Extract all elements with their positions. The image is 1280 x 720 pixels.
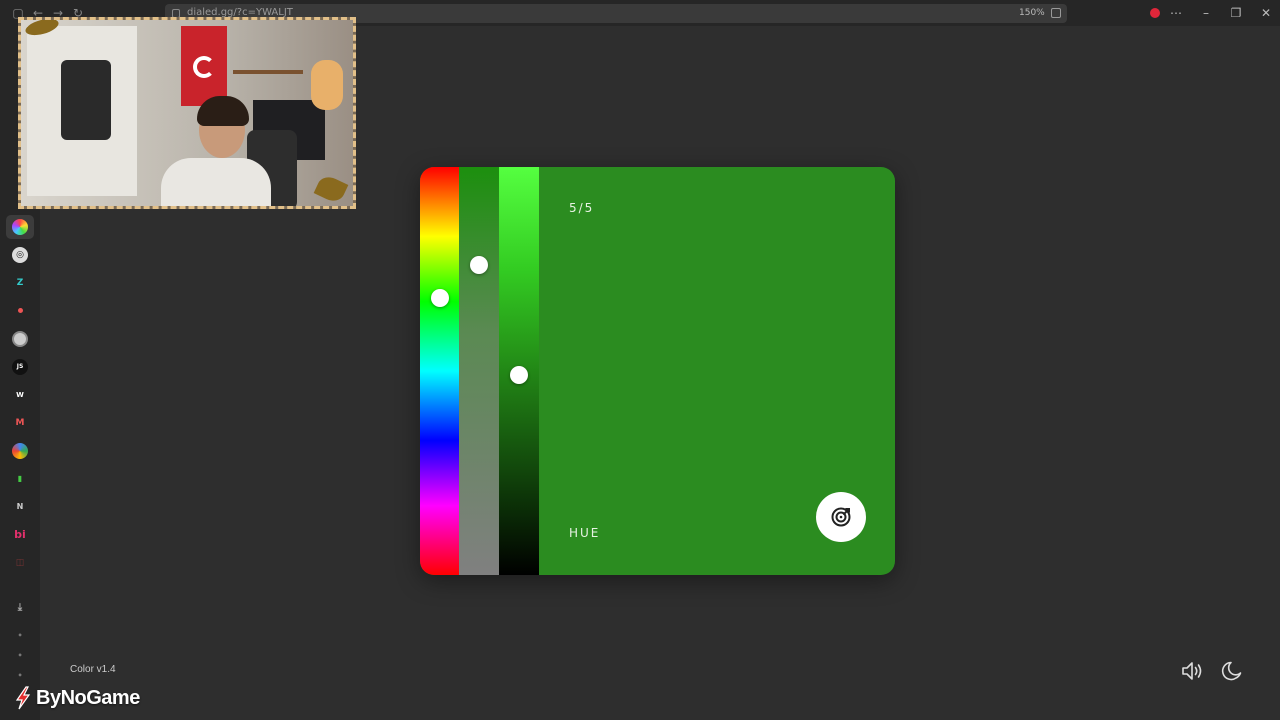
webcam-bag: [61, 60, 111, 140]
sidebar-dot-icon[interactable]: •: [12, 628, 28, 644]
restore-icon[interactable]: ❐: [1226, 4, 1246, 22]
webcam-overlay: [18, 17, 356, 209]
webcam-flag-crescent: [193, 56, 215, 78]
minimize-icon[interactable]: –: [1196, 4, 1216, 22]
bynogame-logo-icon: [15, 686, 31, 710]
zen-icon[interactable]: Z: [12, 275, 28, 291]
download-icon[interactable]: ⤓: [12, 600, 28, 616]
submit-guess-button[interactable]: [816, 492, 866, 542]
reader-mode-icon[interactable]: [1051, 8, 1061, 18]
sidebar-dot-icon[interactable]: •: [12, 668, 28, 684]
mode-label: HUE: [569, 526, 601, 540]
theme-toggle-button[interactable]: [1219, 658, 1245, 684]
hue-slider[interactable]: [420, 167, 460, 575]
saturation-slider[interactable]: [459, 167, 499, 575]
lightness-slider[interactable]: [499, 167, 539, 575]
chrome-app-icon[interactable]: [12, 443, 28, 459]
app-version: Color v1.4: [70, 664, 116, 675]
streamer-watermark: ByNoGame: [14, 684, 140, 712]
gmail-icon[interactable]: M: [12, 415, 28, 431]
js-app-icon[interactable]: JS: [12, 359, 28, 375]
saturation-slider-handle[interactable]: [470, 255, 488, 274]
sound-button[interactable]: [1179, 658, 1205, 684]
round-counter: 5/5: [569, 201, 595, 215]
youtube-icon[interactable]: [1150, 8, 1160, 18]
brand-text: ByNoGame: [36, 686, 140, 709]
bi-app-icon[interactable]: bi: [12, 527, 28, 543]
close-icon[interactable]: ✕: [1256, 4, 1276, 22]
more-icon[interactable]: ⋯: [1166, 4, 1186, 22]
dim-app-icon[interactable]: ◫: [12, 555, 28, 571]
red-dot-icon[interactable]: [12, 303, 28, 319]
speaker-icon: [1182, 662, 1202, 680]
notion-icon[interactable]: N: [12, 499, 28, 515]
chatgpt-icon[interactable]: ◎: [12, 247, 28, 263]
color-picker-card: 5/5 HUE: [420, 167, 895, 575]
w-app-icon[interactable]: W: [12, 387, 28, 403]
zoom-level[interactable]: 150%: [1019, 8, 1045, 18]
moon-icon: [1221, 661, 1242, 681]
webcam-person-body: [161, 158, 271, 206]
webcam-figurine: [311, 60, 343, 110]
color-app-icon[interactable]: [12, 219, 28, 235]
webcam-shelf: [233, 70, 303, 74]
hue-slider-handle[interactable]: [431, 288, 449, 307]
lightness-slider-handle[interactable]: [510, 366, 528, 385]
target-icon: [831, 507, 851, 527]
sidebar-dot-icon[interactable]: •: [12, 648, 28, 664]
green-app-icon[interactable]: ▮: [12, 471, 28, 487]
circle-app-icon[interactable]: [12, 331, 28, 347]
